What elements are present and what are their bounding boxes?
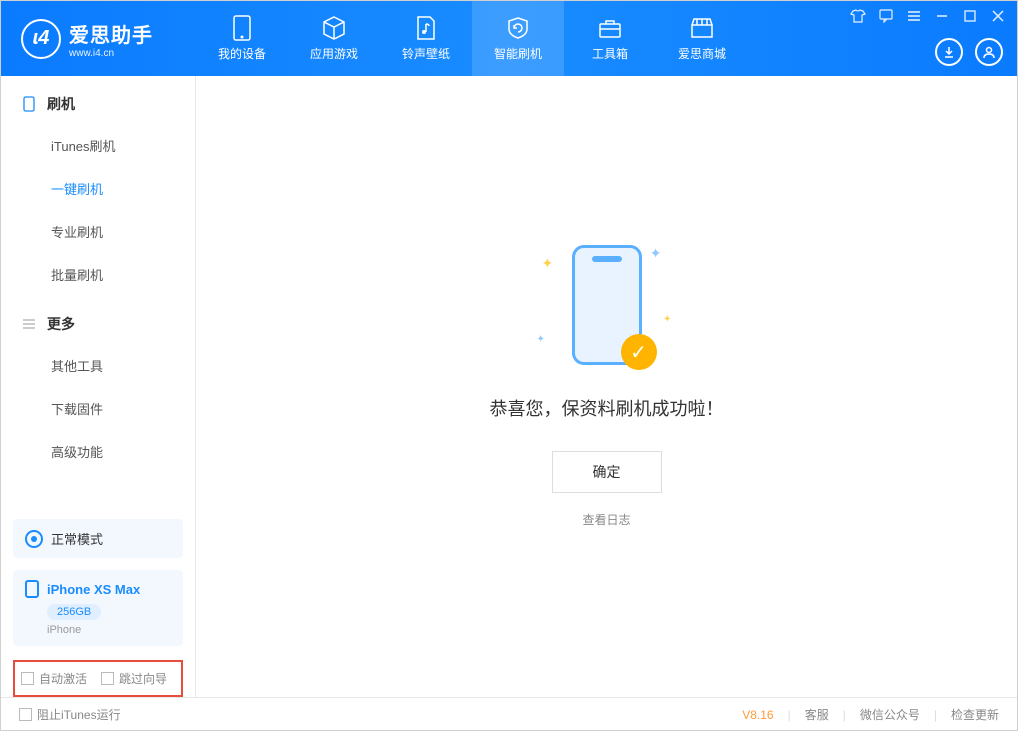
nav-label: 工具箱 bbox=[592, 45, 628, 62]
mode-label: 正常模式 bbox=[51, 529, 103, 548]
checkbox-block-itunes[interactable]: 阻止iTunes运行 bbox=[19, 706, 121, 723]
checkbox-skip-guide[interactable]: 跳过向导 bbox=[101, 670, 167, 687]
success-illustration: ✦ ✦ ✦ ✦ ✓ bbox=[542, 245, 672, 375]
nav-label: 应用游戏 bbox=[310, 45, 358, 62]
store-icon bbox=[689, 15, 715, 41]
toolbox-icon bbox=[597, 15, 623, 41]
footer-link-wechat[interactable]: 微信公众号 bbox=[860, 706, 920, 723]
nav-tab-flash[interactable]: 智能刷机 bbox=[472, 1, 564, 76]
sidebar-item-batch-flash[interactable]: 批量刷机 bbox=[1, 253, 195, 296]
tshirt-icon[interactable] bbox=[849, 7, 867, 25]
logo-text: 爱思助手 www.i4.cn bbox=[69, 19, 153, 59]
header-right bbox=[935, 38, 1003, 66]
nav-label: 爱思商城 bbox=[678, 45, 726, 62]
sparkle-icon: ✦ bbox=[663, 314, 671, 325]
nav-tab-ringtone[interactable]: 铃声壁纸 bbox=[380, 1, 472, 76]
checkbox-label: 阻止iTunes运行 bbox=[37, 706, 121, 723]
device-phone-icon bbox=[25, 580, 39, 598]
checkbox-icon bbox=[21, 672, 34, 685]
close-button[interactable] bbox=[989, 7, 1007, 25]
sidebar-item-other-tools[interactable]: 其他工具 bbox=[1, 344, 195, 387]
feedback-icon[interactable] bbox=[877, 7, 895, 25]
section-title: 更多 bbox=[47, 314, 75, 334]
device-info-panel[interactable]: iPhone XS Max 256GB iPhone bbox=[13, 570, 183, 646]
sidebar: 刷机 iTunes刷机 一键刷机 专业刷机 批量刷机 更多 其他工具 下载固件 … bbox=[1, 76, 196, 697]
highlighted-checkbox-row: 自动激活 跳过向导 bbox=[13, 660, 183, 697]
sidebar-section-flash: 刷机 bbox=[1, 76, 195, 124]
device-type: iPhone bbox=[47, 624, 171, 636]
sidebar-section-more: 更多 bbox=[1, 296, 195, 344]
footer-right: V8.16 | 客服 | 微信公众号 | 检查更新 bbox=[742, 706, 999, 723]
nav-tab-apps[interactable]: 应用游戏 bbox=[288, 1, 380, 76]
device-name-row: iPhone XS Max bbox=[25, 580, 171, 598]
minimize-button[interactable] bbox=[933, 7, 951, 25]
maximize-button[interactable] bbox=[961, 7, 979, 25]
nav-label: 我的设备 bbox=[218, 45, 266, 62]
nav-label: 智能刷机 bbox=[494, 45, 542, 62]
logo-area: ɩ4 爱思助手 www.i4.cn bbox=[1, 19, 196, 59]
app-subtitle: www.i4.cn bbox=[69, 48, 153, 59]
footer-link-support[interactable]: 客服 bbox=[805, 706, 829, 723]
checkbox-icon bbox=[19, 708, 32, 721]
music-file-icon bbox=[413, 15, 439, 41]
user-button[interactable] bbox=[975, 38, 1003, 66]
titlebar-controls bbox=[849, 7, 1007, 25]
footer: 阻止iTunes运行 V8.16 | 客服 | 微信公众号 | 检查更新 bbox=[1, 697, 1017, 731]
sparkle-icon: ✦ bbox=[537, 334, 545, 345]
app-logo-icon: ɩ4 bbox=[21, 19, 61, 59]
nav-tab-toolbox[interactable]: 工具箱 bbox=[564, 1, 656, 76]
app-header: ɩ4 爱思助手 www.i4.cn 我的设备 应用游戏 铃声壁纸 智能刷机 工具… bbox=[1, 1, 1017, 76]
checkbox-icon bbox=[101, 672, 114, 685]
checkbox-auto-activate[interactable]: 自动激活 bbox=[21, 670, 87, 687]
sparkle-icon: ✦ bbox=[542, 255, 554, 272]
section-title: 刷机 bbox=[47, 94, 75, 114]
checkbox-label: 跳过向导 bbox=[119, 670, 167, 687]
device-name: iPhone XS Max bbox=[47, 582, 140, 597]
nav-label: 铃声壁纸 bbox=[402, 45, 450, 62]
version-label: V8.16 bbox=[742, 708, 773, 722]
main-content: ✦ ✦ ✦ ✦ ✓ 恭喜您，保资料刷机成功啦！ 确定 查看日志 bbox=[196, 76, 1017, 697]
sparkle-icon: ✦ bbox=[650, 245, 662, 262]
sidebar-item-pro-flash[interactable]: 专业刷机 bbox=[1, 210, 195, 253]
ok-button[interactable]: 确定 bbox=[552, 451, 662, 493]
body: 刷机 iTunes刷机 一键刷机 专业刷机 批量刷机 更多 其他工具 下载固件 … bbox=[1, 76, 1017, 697]
sidebar-item-itunes-flash[interactable]: iTunes刷机 bbox=[1, 124, 195, 167]
app-title: 爱思助手 bbox=[69, 19, 153, 48]
device-icon bbox=[229, 15, 255, 41]
cube-icon bbox=[321, 15, 347, 41]
download-button[interactable] bbox=[935, 38, 963, 66]
refresh-shield-icon bbox=[505, 15, 531, 41]
nav-tabs: 我的设备 应用游戏 铃声壁纸 智能刷机 工具箱 爱思商城 bbox=[196, 1, 748, 76]
sidebar-item-advanced[interactable]: 高级功能 bbox=[1, 430, 195, 473]
list-icon bbox=[21, 316, 37, 332]
phone-icon bbox=[21, 96, 37, 112]
nav-tab-store[interactable]: 爱思商城 bbox=[656, 1, 748, 76]
nav-tab-device[interactable]: 我的设备 bbox=[196, 1, 288, 76]
footer-link-update[interactable]: 检查更新 bbox=[951, 706, 999, 723]
device-storage: 256GB bbox=[47, 604, 101, 620]
mode-icon bbox=[25, 530, 43, 548]
success-message: 恭喜您，保资料刷机成功啦！ bbox=[490, 395, 724, 421]
view-log-link[interactable]: 查看日志 bbox=[582, 511, 630, 528]
sidebar-item-oneclick-flash[interactable]: 一键刷机 bbox=[1, 167, 195, 210]
sidebar-item-download-firmware[interactable]: 下载固件 bbox=[1, 387, 195, 430]
check-badge-icon: ✓ bbox=[621, 334, 657, 370]
device-mode-panel[interactable]: 正常模式 bbox=[13, 519, 183, 558]
checkbox-label: 自动激活 bbox=[39, 670, 87, 687]
menu-icon[interactable] bbox=[905, 7, 923, 25]
